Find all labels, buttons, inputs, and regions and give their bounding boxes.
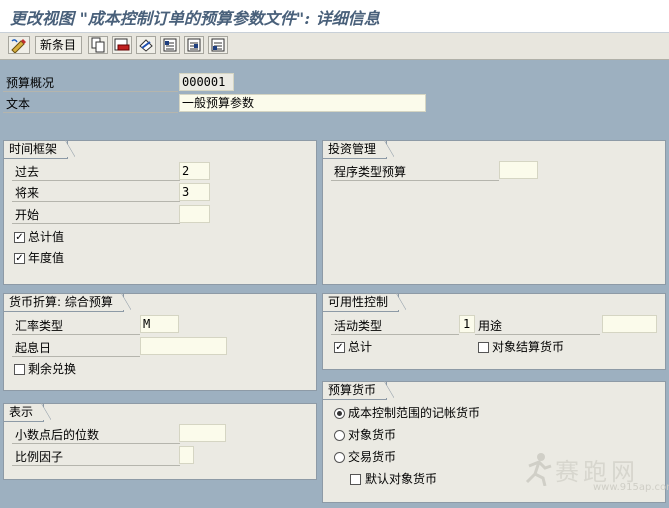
usage-label: 用途 [475, 317, 600, 335]
currency-translation-panel: 货币折算: 综合预算 汇率类型 M 起息日 剩余兑换 [3, 293, 317, 391]
start-label: 开始 [12, 206, 180, 224]
controlling-area-currency-label: 成本控制范围的记帐货币 [348, 406, 481, 420]
overall-checkbox[interactable]: ✓ [334, 342, 345, 353]
program-type-field[interactable] [499, 161, 538, 179]
annual-values-label: 年度值 [28, 251, 65, 265]
text-label: 文本 [3, 95, 178, 113]
budget-currency-title: 预算货币 [322, 381, 395, 400]
availability-control-panel: 可用性控制 活动类型 1 用途 ✓ 总计 对象结算货币 [322, 293, 666, 370]
time-frame-title: 时间框架 [3, 140, 76, 159]
currency-translation-title: 货币折算: 综合预算 [3, 293, 131, 312]
radio-controlling-area-currency[interactable] [334, 408, 345, 419]
decimal-places-field[interactable] [179, 424, 226, 442]
object-settlement-currency-checkbox[interactable] [478, 342, 489, 353]
default-object-currency-label: 默认对象货币 [365, 472, 438, 486]
availability-control-title: 可用性控制 [322, 293, 407, 312]
remaining-conversion-label: 剩余兑换 [28, 362, 77, 376]
radio-object-currency[interactable] [334, 430, 345, 441]
time-frame-panel: 时间框架 过去 2 将来 3 开始 ✓ 总计值 ✓ 年度值 [3, 140, 317, 285]
annual-values-checkbox[interactable]: ✓ [14, 253, 25, 264]
title-bar: 更改视图 "成本控制订单的预算参数文件": 详细信息 [0, 0, 669, 33]
text-field[interactable]: 一般预算参数 [179, 94, 426, 112]
radio-transaction-currency[interactable] [334, 452, 345, 463]
profile-label: 预算概况 [3, 74, 178, 92]
usage-field[interactable] [602, 315, 657, 333]
undo-icon[interactable] [136, 36, 156, 54]
rate-type-field[interactable]: M [140, 315, 179, 333]
program-type-label: 程序类型预算 [331, 163, 499, 181]
start-field[interactable] [179, 205, 210, 223]
profile-field: 000001 [179, 73, 234, 91]
overall-label: 总计 [348, 340, 373, 354]
investment-title: 投资管理 [322, 140, 395, 159]
watermark-url: www.915ap.com [593, 482, 669, 493]
decimal-places-label: 小数点后的位数 [12, 426, 180, 444]
investment-panel: 投资管理 程序类型预算 [322, 140, 666, 285]
value-date-field[interactable] [140, 337, 227, 355]
object-settlement-currency-label: 对象结算货币 [492, 340, 565, 354]
total-values-checkbox[interactable]: ✓ [14, 232, 25, 243]
copy-icon[interactable] [88, 36, 108, 54]
activity-type-label: 活动类型 [331, 317, 459, 335]
remaining-conversion-checkbox[interactable] [14, 364, 25, 375]
past-label: 过去 [12, 163, 180, 181]
page-title: 更改视图 "成本控制订单的预算参数文件": 详细信息 [10, 9, 380, 28]
scaling-factor-field[interactable] [179, 446, 194, 464]
deselect-all-icon[interactable] [208, 36, 228, 54]
transaction-currency-label: 交易货币 [348, 450, 397, 464]
value-date-label: 起息日 [12, 339, 140, 357]
edit-icon[interactable] [8, 36, 30, 54]
delete-icon[interactable] [112, 36, 132, 54]
scaling-factor-label: 比例因子 [12, 448, 180, 466]
past-field[interactable]: 2 [179, 162, 210, 180]
object-currency-label: 对象货币 [348, 428, 397, 442]
runner-logo-icon [525, 453, 552, 487]
representation-panel: 表示 小数点后的位数 比例因子 [3, 403, 317, 480]
select-all-icon[interactable] [160, 36, 180, 54]
future-field[interactable]: 3 [179, 183, 210, 201]
select-block-icon[interactable] [184, 36, 204, 54]
representation-title: 表示 [3, 403, 52, 422]
watermark: 赛跑网 www.915ap.com [523, 452, 669, 493]
default-object-currency-checkbox[interactable] [350, 474, 361, 485]
future-label: 将来 [12, 184, 180, 202]
new-entries-button[interactable]: 新条目 [35, 36, 82, 54]
application-toolbar: 新条目 [0, 33, 669, 60]
activity-type-field[interactable]: 1 [459, 315, 475, 333]
rate-type-label: 汇率类型 [12, 317, 140, 335]
total-values-label: 总计值 [28, 230, 65, 244]
